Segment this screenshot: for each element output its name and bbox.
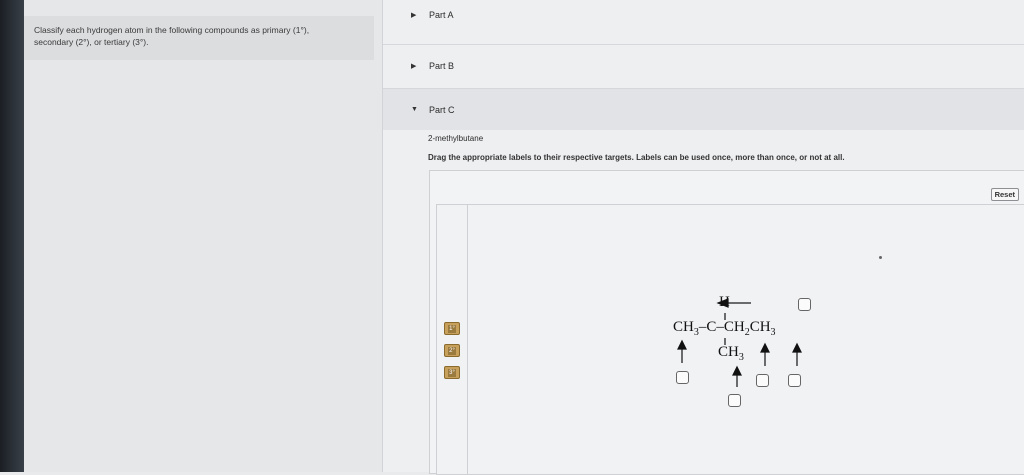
reset-button[interactable]: Reset xyxy=(990,188,1019,201)
target-ch2[interactable] xyxy=(756,374,769,387)
part-b-header[interactable]: ▶ Part B xyxy=(383,44,1024,86)
target-ch3-branch[interactable] xyxy=(728,394,741,407)
cursor-dot xyxy=(879,256,882,259)
hydrogen-atom: H xyxy=(719,294,730,310)
part-b-label: Part B xyxy=(429,60,455,71)
instructions-line-2: secondary (2°), or tertiary (3°). xyxy=(34,37,149,47)
caret-right-icon: ▶ xyxy=(411,62,417,70)
main-chain: CH3–C–CH2CH3 xyxy=(673,319,776,338)
caret-right-icon: ▶ xyxy=(411,12,417,19)
question-instructions: Classify each hydrogen atom in the follo… xyxy=(24,16,374,60)
label-primary[interactable]: 1° xyxy=(444,322,460,335)
caret-down-icon: ▼ xyxy=(411,106,418,113)
target-h-atom[interactable] xyxy=(798,298,811,311)
part-c-label: Part C xyxy=(429,104,455,115)
molecule-structure: H CH3–C–CH2CH3 CH3 xyxy=(673,293,843,413)
drop-canvas: 1° 2° 3° H CH3–C–CH2CH3 CH3 xyxy=(436,204,1024,475)
parts-panel: ▶ Part A ▶ Part B ▼ Part C 2-methylbutan… xyxy=(383,0,1024,475)
drag-instructions: Drag the appropriate labels to their res… xyxy=(428,153,845,162)
screen-edge xyxy=(0,0,24,472)
part-a-header[interactable]: ▶ Part A xyxy=(383,0,1024,30)
target-ch3-left[interactable] xyxy=(676,371,689,384)
target-ch3-right[interactable] xyxy=(788,374,801,387)
part-a-label: Part A xyxy=(429,10,454,20)
label-secondary[interactable]: 2° xyxy=(444,344,460,357)
molecule-arrows xyxy=(677,298,802,387)
instructions-line-1: Classify each hydrogen atom in the follo… xyxy=(34,25,310,35)
instructions-panel: Classify each hydrogen atom in the follo… xyxy=(24,0,383,472)
label-tertiary[interactable]: 3° xyxy=(444,366,460,379)
compound-name: 2-methylbutane xyxy=(428,134,484,143)
methyl-branch: CH3 xyxy=(718,344,744,363)
label-bank: 1° 2° 3° xyxy=(437,205,468,474)
drag-drop-area: Reset 1° 2° 3° H CH3–C–CH2CH3 CH3 xyxy=(429,170,1024,475)
part-c-header[interactable]: ▼ Part C xyxy=(383,88,1024,130)
